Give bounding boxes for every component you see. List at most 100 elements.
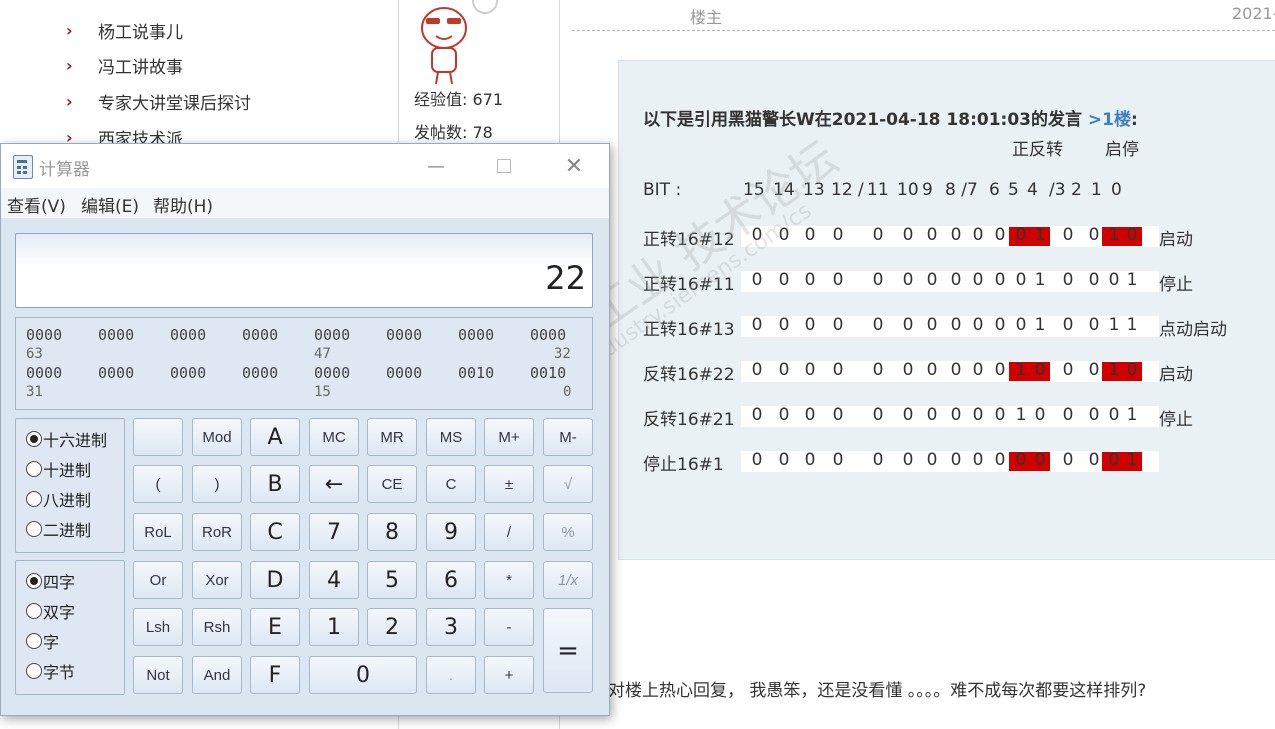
sqrt-key[interactable]: √	[543, 465, 593, 503]
mr-key[interactable]: MR	[367, 418, 417, 456]
subtract-key[interactable]: -	[484, 608, 534, 646]
ror-key[interactable]: RoR	[192, 513, 242, 551]
avatar[interactable]	[414, 4, 474, 88]
bit-cell: 0	[1015, 450, 1027, 470]
title-bar[interactable]: 计算器 — ✕	[1, 144, 609, 188]
close-icon: ✕	[564, 153, 584, 179]
radio-dword[interactable]: 双字	[26, 599, 75, 623]
digit-6-key[interactable]: 6	[426, 561, 476, 599]
digit-9-key[interactable]: 9	[426, 513, 476, 551]
bit-position: 15	[314, 384, 331, 400]
multiply-key[interactable]: *	[484, 561, 534, 599]
bit-cell: 0	[926, 450, 938, 470]
right-paren-key[interactable]: )	[192, 465, 242, 503]
digit-0-key[interactable]: 0	[309, 656, 417, 694]
m-minus-key[interactable]: M-	[543, 418, 593, 456]
bit-cell: 0	[804, 450, 816, 470]
minimize-button[interactable]: —	[413, 144, 459, 188]
bit-cell: 0	[1088, 405, 1100, 425]
quote-floor-link[interactable]: >1楼	[1088, 110, 1131, 130]
digit-2-key[interactable]: 2	[367, 608, 417, 646]
bit-cell: 0	[950, 270, 962, 290]
radio-label: 八进制	[43, 491, 92, 510]
radio-hex[interactable]: 十六进制	[26, 427, 107, 451]
menu-view[interactable]: 查看(V)	[7, 192, 66, 217]
binary-group: 0000	[242, 364, 279, 382]
quote-user[interactable]: 黑猫警长W	[728, 110, 815, 130]
quote-time: 在2021-04-18 18:01:03的发言	[814, 110, 1082, 130]
digit-4-key[interactable]: 4	[309, 561, 359, 599]
menu-edit[interactable]: 编辑(E)	[81, 192, 139, 217]
lsh-key[interactable]: Lsh	[133, 608, 183, 646]
not-key[interactable]: Not	[133, 656, 183, 694]
digit-5-key[interactable]: 5	[367, 561, 417, 599]
bit-position: 47	[314, 346, 331, 362]
mc-key[interactable]: MC	[309, 418, 359, 456]
divide-key[interactable]: /	[484, 513, 534, 551]
quote-prefix: 以下是引用	[643, 110, 728, 130]
equals-key[interactable]: =	[543, 608, 593, 693]
bit-cell: 0	[751, 360, 763, 380]
bit-cell: 0	[832, 450, 844, 470]
sidebar-item-feng[interactable]: › 冯工讲故事	[60, 50, 183, 80]
chevron-right-icon: ›	[66, 20, 73, 40]
sidebar-item-yang[interactable]: › 杨工说事儿	[60, 15, 183, 45]
bit-cell: 0	[778, 450, 790, 470]
bit-header-cell: 11	[867, 180, 889, 200]
row-note: 启动	[1159, 365, 1193, 385]
bit-header-cell: 0	[1111, 180, 1122, 200]
bit-cell: 1	[1034, 270, 1046, 290]
bit-cell: 0	[832, 405, 844, 425]
radio-empty-icon	[26, 603, 42, 619]
add-key[interactable]: +	[484, 656, 534, 694]
bit-cell: 0	[804, 225, 816, 245]
close-button[interactable]: ✕	[551, 144, 597, 188]
ms-key[interactable]: MS	[426, 418, 476, 456]
radio-byte[interactable]: 字节	[26, 659, 75, 683]
row-label: 停止16#1	[643, 455, 724, 475]
radio-dec[interactable]: 十进制	[26, 457, 91, 481]
digit-3-key[interactable]: 3	[426, 608, 476, 646]
rol-key[interactable]: RoL	[133, 513, 183, 551]
bit-cell: 0	[972, 270, 984, 290]
bit-header-cell: 12 /	[831, 180, 864, 200]
m-plus-key[interactable]: M+	[484, 418, 534, 456]
rsh-key[interactable]: Rsh	[192, 608, 242, 646]
percent-key[interactable]: %	[543, 513, 593, 551]
bit-position: 0	[563, 384, 572, 400]
hex-c-key[interactable]: C	[250, 513, 300, 551]
digit-1-key[interactable]: 1	[309, 608, 359, 646]
bit-cell: 0	[1088, 315, 1100, 335]
hex-a-key[interactable]: A	[250, 418, 300, 456]
hex-e-key[interactable]: E	[250, 608, 300, 646]
sidebar-item-expert[interactable]: › 专家大讲堂课后探讨	[60, 86, 251, 116]
radio-label: 二进制	[43, 521, 92, 540]
bit-cell: 0	[751, 450, 763, 470]
hex-d-key[interactable]: D	[250, 561, 300, 599]
digit-8-key[interactable]: 8	[367, 513, 417, 551]
reciprocal-key[interactable]: 1/x	[543, 561, 593, 599]
mod-key[interactable]: Mod	[192, 418, 242, 456]
hex-f-key[interactable]: F	[250, 656, 300, 694]
radio-oct[interactable]: 八进制	[26, 487, 91, 511]
radio-word[interactable]: 字	[26, 629, 59, 653]
ce-key[interactable]: CE	[367, 465, 417, 503]
xor-key[interactable]: Xor	[192, 561, 242, 599]
plus-minus-key[interactable]: ±	[484, 465, 534, 503]
maximize-button[interactable]	[481, 144, 527, 188]
radio-bin[interactable]: 二进制	[26, 517, 91, 541]
decimal-key[interactable]: .	[426, 656, 476, 694]
left-paren-key[interactable]: (	[133, 465, 183, 503]
radio-qword[interactable]: 四字	[26, 569, 75, 593]
bit-cell: 0	[804, 405, 816, 425]
radio-empty-icon	[26, 633, 42, 649]
clear-key[interactable]: C	[426, 465, 476, 503]
backspace-key[interactable]: ←	[309, 465, 359, 503]
digit-7-key[interactable]: 7	[309, 513, 359, 551]
or-key[interactable]: Or	[133, 561, 183, 599]
radio-selected-icon	[26, 573, 42, 589]
bit-cell: 0	[872, 360, 884, 380]
and-key[interactable]: And	[192, 656, 242, 694]
hex-b-key[interactable]: B	[250, 465, 300, 503]
menu-help[interactable]: 帮助(H)	[153, 192, 213, 217]
